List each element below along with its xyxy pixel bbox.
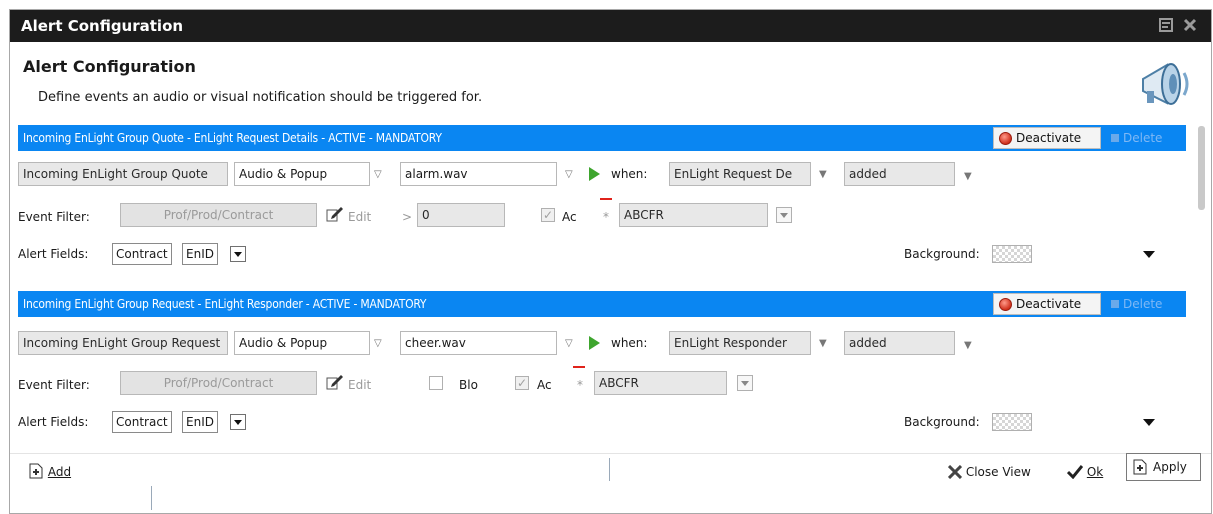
deactivate-button[interactable]: Deactivate [993,293,1101,315]
when-label: when: [611,167,648,181]
required-marker [600,198,612,200]
alert-bar-label: Incoming EnLight Group Quote - EnLight R… [23,131,442,145]
event-filter-label: Event Filter: [18,378,90,392]
field-tag-enid[interactable]: EnID [182,411,218,433]
background-dropdown-icon[interactable] [1143,419,1155,426]
footer-divider [10,453,1211,454]
when-source-select[interactable]: EnLight Request De [669,162,811,186]
page-description: Define events an audio or visual notific… [38,90,483,105]
sound-select[interactable]: cheer.wav [400,331,557,355]
chevron-down-icon[interactable]: ▽ [374,170,384,180]
delete-button[interactable]: Delete [1111,131,1162,145]
field-tag-contract[interactable]: Contract [112,243,172,265]
event-filter-field[interactable]: Prof/Prod/Contract [120,371,317,395]
page-title: Alert Configuration [23,57,196,76]
when-action-select[interactable]: added [844,162,955,186]
edit-icon[interactable] [326,374,344,390]
chevron-down-icon[interactable]: ▽ [565,170,575,180]
play-icon[interactable] [589,336,600,350]
event-name-field[interactable]: Incoming EnLight Group Request [18,331,228,355]
alert-fields-dropdown[interactable] [230,414,246,430]
edit-button[interactable]: Edit [348,378,371,392]
close-icon[interactable] [1182,18,1198,34]
window-titlebar: Alert Configuration [10,10,1211,42]
operator-label: > [402,210,413,224]
add-button[interactable]: Add [28,460,71,479]
alert-bar-2[interactable]: Incoming EnLight Group Request - EnLight… [18,291,1186,317]
field-tag-contract[interactable]: Contract [112,411,172,433]
event-filter-label: Event Filter: [18,210,90,224]
check-icon [1066,465,1084,480]
event-filter-field[interactable]: Prof/Prod/Contract [120,203,317,227]
blo-checkbox[interactable] [429,376,443,390]
ac-label: Ac [562,210,577,224]
field-tag-enid[interactable]: EnID [182,243,218,265]
footer-separator [609,458,610,481]
chevron-down-icon[interactable]: ▼ [819,339,829,349]
chevron-down-icon[interactable]: ▼ [819,170,829,180]
alert-fields-label: Alert Fields: [18,415,89,429]
delete-icon [1111,134,1119,142]
sound-select[interactable]: alarm.wav [400,162,557,186]
alert-bar-1[interactable]: Incoming EnLight Group Quote - EnLight R… [18,125,1186,151]
ac-checkbox[interactable]: ✓ [515,376,529,390]
background-dropdown-icon[interactable] [1143,251,1155,258]
chevron-down-icon[interactable]: ▼ [964,341,974,351]
close-view-icon [947,464,963,480]
when-label: when: [611,336,648,350]
background-label: Background: [904,247,980,261]
required-marker [573,366,585,368]
background-label: Background: [904,415,980,429]
notify-type-select[interactable]: Audio & Popup [234,162,370,186]
ok-button[interactable]: Ok [1066,462,1103,480]
window-title: Alert Configuration [21,17,184,35]
alert-config-window: Alert Configuration Alert Configuration … [9,9,1212,514]
footer-splitter [151,486,152,510]
code-dropdown[interactable] [776,207,792,223]
delete-icon [1111,300,1119,308]
alert-fields-dropdown[interactable] [230,246,246,262]
apply-button[interactable]: Apply [1126,453,1201,481]
chevron-down-icon[interactable]: ▽ [565,339,575,349]
alert-fields-label: Alert Fields: [18,247,89,261]
chevron-down-icon[interactable]: ▽ [374,339,384,349]
vertical-scrollbar[interactable] [1195,122,1207,452]
code-dropdown[interactable] [737,375,753,391]
delete-button[interactable]: Delete [1111,297,1162,311]
star-icon: * [603,210,609,224]
edit-icon[interactable] [326,206,344,222]
stop-icon [999,132,1012,145]
deactivate-button[interactable]: Deactivate [993,127,1101,149]
stop-icon [999,298,1012,311]
background-swatch[interactable] [992,245,1032,263]
scrollbar-thumb[interactable] [1198,126,1205,210]
code-field[interactable]: ABCFR [619,203,768,227]
add-icon [29,463,43,479]
alert-bar-label: Incoming EnLight Group Request - EnLight… [23,297,427,311]
dock-icon[interactable] [1158,18,1174,34]
star-icon: * [577,378,583,392]
ac-label: Ac [537,378,552,392]
code-field[interactable]: ABCFR [594,371,727,395]
background-swatch[interactable] [992,413,1032,431]
blo-label: Blo [459,378,478,392]
threshold-field[interactable]: 0 [417,203,505,227]
chevron-down-icon[interactable]: ▼ [964,172,974,182]
when-action-select[interactable]: added [844,331,955,355]
play-icon[interactable] [589,167,600,181]
ac-checkbox[interactable]: ✓ [541,208,555,222]
when-source-select[interactable]: EnLight Responder [669,331,811,355]
apply-icon [1133,459,1147,475]
megaphone-icon [1142,63,1189,105]
notify-type-select[interactable]: Audio & Popup [234,331,370,355]
event-name-field[interactable]: Incoming EnLight Group Quote [18,162,228,186]
close-view-button[interactable]: Close View [947,462,1031,480]
edit-button[interactable]: Edit [348,210,371,224]
